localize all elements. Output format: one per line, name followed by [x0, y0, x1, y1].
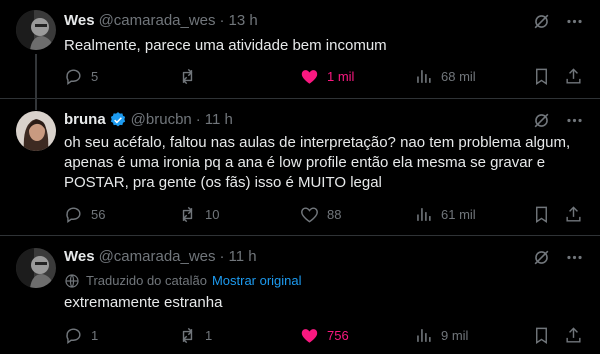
like-button[interactable]: 88 [300, 204, 341, 224]
bookmark-icon [536, 68, 547, 85]
retweet-button[interactable]: 1 [178, 325, 212, 345]
reply-button[interactable]: 1 [64, 325, 98, 345]
avatar-wes[interactable] [16, 248, 56, 288]
reply-icon [66, 206, 81, 223]
grok-icon[interactable] [532, 248, 551, 267]
reply-icon [66, 68, 81, 85]
author-name[interactable]: Wes [64, 11, 95, 31]
avatar-image [16, 111, 56, 151]
heart-filled-icon [301, 328, 318, 343]
author-handle[interactable]: @brucbn [131, 110, 192, 130]
views-count: 9 mil [441, 327, 469, 343]
retweet-button[interactable]: 10 [178, 204, 219, 224]
bookmark-button[interactable] [532, 325, 551, 345]
reply-button[interactable]: 56 [64, 204, 105, 224]
reply-count: 56 [91, 206, 106, 222]
reply-count: 5 [91, 68, 99, 84]
share-icon [566, 67, 581, 84]
views-icon [417, 69, 431, 83]
retweet-icon [182, 206, 193, 222]
grok-icon[interactable] [532, 12, 551, 31]
tweet-2[interactable]: bruna @brucbn · 11 h oh seu acéfalo, fal… [0, 99, 600, 235]
author-name[interactable]: Wes [64, 247, 95, 267]
tweet-text: Realmente, parece uma atividade bem inco… [64, 37, 387, 54]
more-icon[interactable] [565, 111, 584, 130]
author-name[interactable]: bruna [64, 110, 106, 130]
share-button[interactable] [564, 325, 583, 345]
reply-button[interactable]: 5 [64, 66, 98, 86]
avatar-wes[interactable] [16, 10, 56, 50]
author-handle[interactable]: @camarada_wes [99, 247, 216, 267]
tweet-1[interactable]: Wes @camarada_wes · 13 h Realmente, pare… [0, 0, 600, 110]
show-original-link[interactable]: Mostrar original [212, 273, 302, 289]
bookmark-button[interactable] [532, 204, 551, 224]
timestamp[interactable]: 13 h [229, 11, 258, 31]
separator-dot: · [219, 12, 225, 29]
views-count: 68 mil [441, 68, 476, 84]
like-button[interactable]: 1 mil [300, 66, 354, 86]
grok-icon[interactable] [532, 111, 551, 130]
translate-icon [65, 274, 79, 288]
views-button[interactable]: 68 mil [414, 66, 476, 86]
tweet-header: bruna @brucbn · 11 h [64, 110, 233, 130]
translation-notice: Traduzido do catalão Mostrar original [64, 273, 302, 289]
like-count: 1 mil [327, 68, 355, 84]
author-handle[interactable]: @camarada_wes [99, 11, 216, 31]
action-bar: 5 1 mil 68 mil [64, 66, 584, 86]
avatar-image [16, 10, 56, 50]
views-button[interactable]: 61 mil [414, 204, 476, 224]
retweet-button[interactable] [178, 66, 205, 86]
bookmark-icon [536, 327, 547, 344]
heart-icon [301, 206, 318, 222]
retweet-icon [182, 68, 193, 84]
separator-dot: · [219, 248, 225, 265]
views-icon [417, 207, 431, 221]
avatar-image [16, 248, 56, 288]
like-count: 88 [327, 206, 342, 222]
verified-badge-icon[interactable] [109, 111, 127, 129]
more-icon[interactable] [565, 12, 584, 31]
share-button[interactable] [564, 204, 583, 224]
reply-count: 1 [91, 327, 99, 343]
translated-label: Traduzido do catalão [86, 273, 207, 288]
avatar-bruna[interactable] [16, 111, 56, 151]
timestamp[interactable]: 11 h [205, 110, 233, 130]
share-button[interactable] [564, 66, 583, 86]
reply-icon [66, 327, 81, 344]
views-button[interactable]: 9 mil [414, 325, 468, 345]
bookmark-button[interactable] [532, 66, 551, 86]
top-actions [532, 111, 584, 130]
views-icon [417, 328, 431, 342]
like-count: 756 [327, 327, 349, 343]
action-bar: 56 10 88 61 mil [64, 204, 584, 224]
tweet-text: oh seu acéfalo, faltou nas aulas de inte… [64, 134, 571, 191]
action-bar: 1 1 756 9 mil [64, 325, 584, 345]
tweet-header: Wes @camarada_wes · 11 h [64, 247, 257, 267]
share-icon [566, 326, 581, 343]
more-icon[interactable] [565, 248, 584, 267]
tweet-3[interactable]: Wes @camarada_wes · 11 h Traduzido do ca… [0, 236, 600, 354]
share-icon [566, 205, 581, 222]
tweet-text: extremamente estranha [64, 294, 223, 311]
retweet-icon [182, 327, 193, 343]
top-actions [532, 248, 584, 267]
top-actions [532, 12, 584, 31]
retweet-count: 10 [205, 206, 220, 222]
timestamp[interactable]: 11 h [229, 247, 257, 267]
bookmark-icon [536, 206, 547, 223]
views-count: 61 mil [441, 206, 476, 222]
heart-filled-icon [301, 69, 318, 84]
separator-dot: · [195, 111, 201, 128]
retweet-count: 1 [205, 327, 213, 343]
like-button[interactable]: 756 [300, 325, 349, 345]
tweet-header: Wes @camarada_wes · 13 h [64, 11, 258, 31]
